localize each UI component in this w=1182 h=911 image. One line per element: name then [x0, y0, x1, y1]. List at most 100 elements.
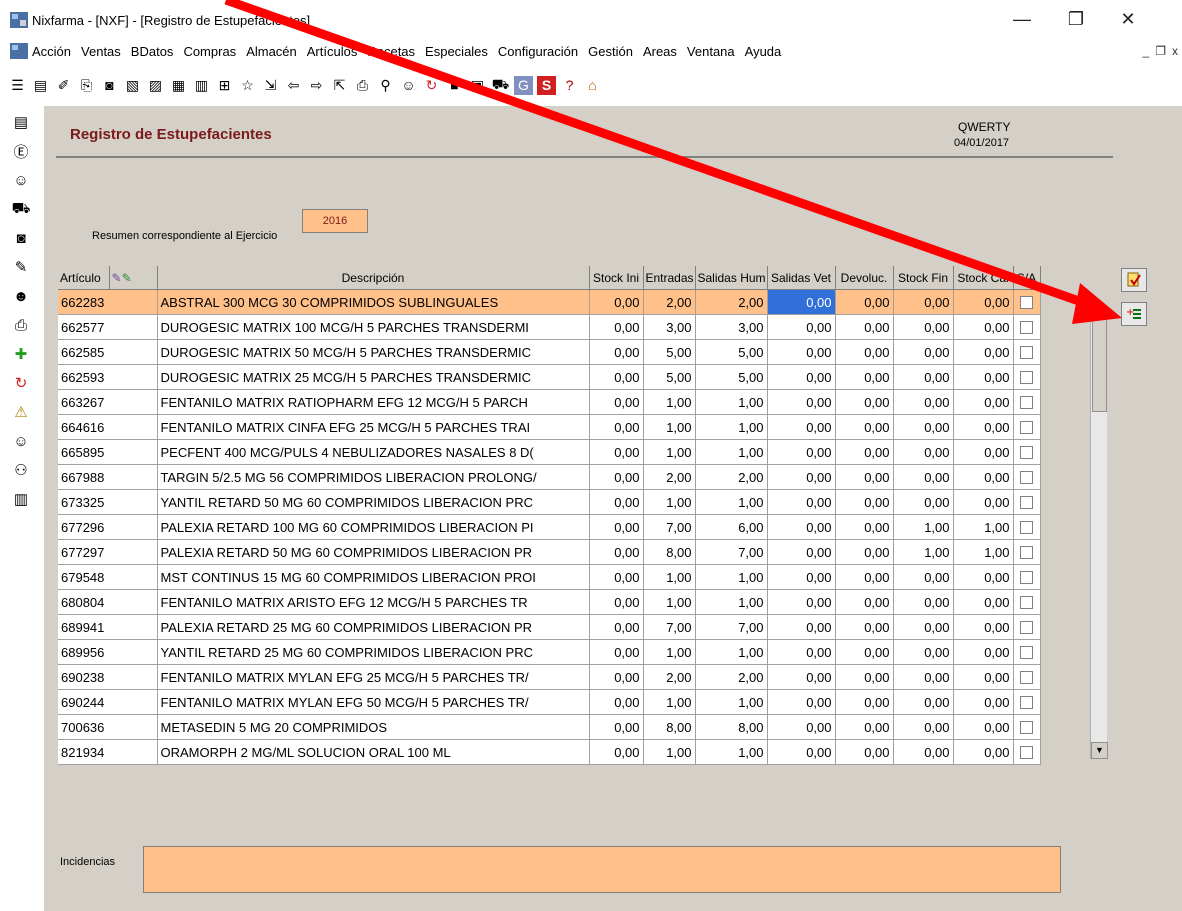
cell-cal[interactable]: 0,00	[953, 339, 1014, 365]
cell-ini[interactable]: 0,00	[589, 389, 644, 415]
grid-scrollbar[interactable]: ▼	[1090, 316, 1108, 759]
cell-ini[interactable]: 0,00	[589, 689, 644, 715]
table-row[interactable]: 673325 YANTIL RETARD 50 MG 60 COMPRIMIDOS…	[58, 489, 1089, 515]
close-button[interactable]: ✕	[1108, 6, 1148, 32]
cell-ent[interactable]: 2,00	[643, 289, 696, 315]
back-icon[interactable]: ⇦	[284, 76, 303, 95]
s-icon[interactable]: S	[537, 75, 556, 95]
cell-sa[interactable]	[1013, 314, 1041, 340]
col-stock-fin[interactable]: Stock Fin	[893, 266, 954, 290]
cell-ent[interactable]: 3,00	[643, 314, 696, 340]
cell-sv[interactable]: 0,00	[767, 464, 836, 490]
cell-sh[interactable]: 2,00	[695, 664, 768, 690]
cell-fin[interactable]: 0,00	[893, 664, 954, 690]
cell-sa[interactable]	[1013, 739, 1041, 765]
sa-checkbox[interactable]	[1020, 545, 1033, 559]
cell-art[interactable]: 700636	[58, 714, 158, 740]
restore-button[interactable]: ❐	[1056, 6, 1096, 32]
table-row[interactable]: 690238 FENTANILO MATRIX MYLAN EFG 25 MCG/…	[58, 664, 1089, 690]
cell-fin[interactable]: 0,00	[893, 364, 954, 390]
sa-checkbox[interactable]	[1020, 570, 1033, 584]
g-icon[interactable]: G	[514, 75, 533, 95]
cell-desc[interactable]: DUROGESIC MATRIX 100 MCG/H 5 PARCHES TRA…	[157, 314, 590, 340]
cell-art[interactable]: 664616	[58, 414, 158, 440]
cell-cal[interactable]: 0,00	[953, 739, 1014, 765]
report-icon[interactable]: ▣	[468, 76, 487, 95]
pencil-icon[interactable]: ✎	[112, 271, 122, 285]
cell-dev[interactable]: 0,00	[835, 614, 894, 640]
cell-desc[interactable]: FENTANILO MATRIX CINFA EFG 25 MCG/H 5 PA…	[157, 414, 590, 440]
cell-art[interactable]: 665895	[58, 439, 158, 465]
cell-dev[interactable]: 0,00	[835, 564, 894, 590]
cell-cal[interactable]: 0,00	[953, 664, 1014, 690]
cell-dev[interactable]: 0,00	[835, 289, 894, 315]
cell-art[interactable]: 662577	[58, 314, 158, 340]
cell-dev[interactable]: 0,00	[835, 714, 894, 740]
sa-checkbox[interactable]	[1020, 320, 1033, 334]
cell-art[interactable]: 662585	[58, 339, 158, 365]
sa-checkbox[interactable]	[1020, 645, 1033, 659]
cell-art[interactable]: 821934	[58, 739, 158, 765]
cell-cal[interactable]: 0,00	[953, 614, 1014, 640]
columns-icon[interactable]: ▥	[192, 76, 211, 95]
cell-ent[interactable]: 1,00	[643, 639, 696, 665]
menu-item-1[interactable]: Ventas	[81, 44, 121, 59]
cell-dev[interactable]: 0,00	[835, 414, 894, 440]
cell-sv[interactable]: 0,00	[767, 714, 836, 740]
cell-sh[interactable]: 1,00	[695, 639, 768, 665]
cell-cal[interactable]: 0,00	[953, 389, 1014, 415]
binoculars-icon[interactable]: ◙	[100, 76, 119, 95]
cell-ini[interactable]: 0,00	[589, 364, 644, 390]
sidebar-plus-icon[interactable]: ✚	[10, 343, 32, 365]
export-icon[interactable]: ⇱	[330, 76, 349, 95]
table-row[interactable]: 663267 FENTANILO MATRIX RATIOPHARM EFG 12…	[58, 389, 1089, 415]
mdi-restore-icon[interactable]: ❐	[1155, 44, 1166, 58]
copy-icon[interactable]: ⎘	[77, 76, 96, 95]
cell-ent[interactable]: 7,00	[643, 514, 696, 540]
cell-ini[interactable]: 0,00	[589, 564, 644, 590]
col-stock-cal[interactable]: Stock Cal	[953, 266, 1014, 290]
ejercicio-field[interactable]: 2016	[302, 209, 368, 233]
cell-fin[interactable]: 0,00	[893, 714, 954, 740]
cell-sa[interactable]	[1013, 439, 1041, 465]
cell-sv[interactable]: 0,00	[767, 414, 836, 440]
sa-checkbox[interactable]	[1020, 745, 1033, 759]
cell-fin[interactable]: 0,00	[893, 414, 954, 440]
col-entradas[interactable]: Entradas	[643, 266, 696, 290]
cell-ent[interactable]: 2,00	[643, 464, 696, 490]
sidebar-warning-icon[interactable]: ⚠	[10, 401, 32, 423]
cell-ent[interactable]: 8,00	[643, 714, 696, 740]
cell-sh[interactable]: 6,00	[695, 514, 768, 540]
cell-sv[interactable]: 0,00	[767, 364, 836, 390]
scroll-down-icon[interactable]: ▼	[1091, 742, 1108, 759]
table-row[interactable]: 821934 ORAMORPH 2 MG/ML SOLUCION ORAL 100…	[58, 739, 1089, 765]
pencil-add-icon[interactable]: ✎	[122, 271, 132, 285]
cell-desc[interactable]: PALEXIA RETARD 50 MG 60 COMPRIMIDOS LIBE…	[157, 539, 590, 565]
cell-dev[interactable]: 0,00	[835, 314, 894, 340]
sa-checkbox[interactable]	[1020, 370, 1033, 384]
cell-sh[interactable]: 1,00	[695, 564, 768, 590]
cell-ent[interactable]: 1,00	[643, 689, 696, 715]
menu-item-8[interactable]: Configuración	[498, 44, 578, 59]
cell-cal[interactable]: 0,00	[953, 589, 1014, 615]
cell-art[interactable]: 689941	[58, 614, 158, 640]
cell-cal[interactable]: 0,00	[953, 314, 1014, 340]
cell-desc[interactable]: PALEXIA RETARD 25 MG 60 COMPRIMIDOS LIBE…	[157, 614, 590, 640]
cell-ini[interactable]: 0,00	[589, 614, 644, 640]
import-icon[interactable]: ⇲	[261, 76, 280, 95]
cell-art[interactable]: 689956	[58, 639, 158, 665]
sa-checkbox[interactable]	[1020, 695, 1033, 709]
cell-cal[interactable]: 0,00	[953, 439, 1014, 465]
cell-cal[interactable]: 0,00	[953, 564, 1014, 590]
cell-ent[interactable]: 5,00	[643, 339, 696, 365]
cell-sv[interactable]: 0,00	[767, 439, 836, 465]
cell-sh[interactable]: 5,00	[695, 364, 768, 390]
new-icon[interactable]: ▤	[31, 76, 50, 95]
table-row[interactable]: 680804 FENTANILO MATRIX ARISTO EFG 12 MCG…	[58, 589, 1089, 615]
cell-ent[interactable]: 1,00	[643, 589, 696, 615]
table-row[interactable]: 700636 METASEDIN 5 MG 20 COMPRIMIDOS 0,00 8…	[58, 714, 1089, 740]
cell-fin[interactable]: 0,00	[893, 489, 954, 515]
table-row[interactable]: 665895 PECFENT 400 MCG/PULS 4 NEBULIZADOR…	[58, 439, 1089, 465]
cell-sv[interactable]: 0,00	[767, 539, 836, 565]
cell-ini[interactable]: 0,00	[589, 589, 644, 615]
